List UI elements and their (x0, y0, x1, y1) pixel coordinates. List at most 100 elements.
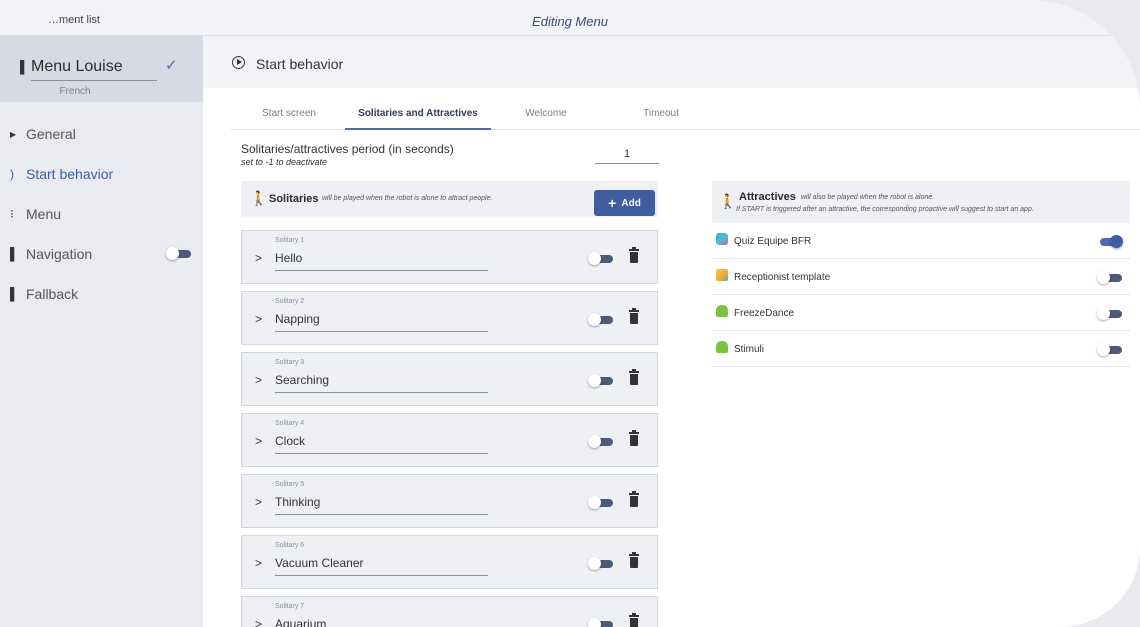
section-header: Start behavior (203, 36, 1140, 88)
solitary-label: Solitary 5 (275, 481, 305, 488)
period-input[interactable]: 1 (595, 146, 659, 164)
attractive-toggle[interactable] (1097, 271, 1123, 284)
bullet-icon: ▌ (10, 287, 19, 301)
app-window: …ment list Editing Menu ▌ Menu Louise ✓ … (0, 0, 1140, 627)
solitary-name-input[interactable]: Thinking (275, 495, 488, 515)
solitary-name-input[interactable]: Searching (275, 373, 488, 393)
section-title: Start behavior (256, 56, 344, 72)
attractive-item: Stimuli (712, 331, 1130, 367)
solitary-label: Solitary 2 (275, 298, 305, 305)
play-circle-icon: ) (10, 167, 14, 181)
solitary-name-input[interactable]: Clock (275, 434, 488, 454)
sidebar-item-general[interactable]: ▸ General (0, 114, 203, 154)
solitary-name-input[interactable]: Napping (275, 312, 488, 332)
receptionist-app-icon (716, 269, 728, 281)
solitary-card: Solitary 4 > Clock (241, 413, 658, 467)
menu-header: ▌ Menu Louise ✓ French (0, 36, 203, 102)
attractive-toggle[interactable] (1097, 343, 1123, 356)
plus-icon: + (608, 195, 617, 211)
attractive-name: Receptionist template (734, 272, 831, 283)
chevron-right-icon[interactable]: > (255, 312, 262, 326)
trash-icon[interactable] (629, 613, 639, 627)
sidebar-item-label: Menu (26, 206, 62, 222)
attractive-name: Quiz Equipe BFR (734, 236, 812, 247)
solitary-toggle[interactable] (588, 374, 614, 387)
attractive-item: Quiz Equipe BFR (712, 223, 1130, 259)
solitary-name-input[interactable]: Vacuum Cleaner (275, 556, 488, 576)
bullet-icon: ▸ (10, 127, 17, 141)
solitary-label: Solitary 7 (275, 603, 305, 610)
trash-icon[interactable] (629, 247, 639, 263)
window-title: Editing Menu (532, 14, 608, 29)
trash-icon[interactable] (629, 491, 639, 507)
attractive-toggle[interactable] (1097, 307, 1123, 320)
tab-bar: Start screen Solitaries and Attractives … (231, 96, 1140, 130)
sidebar-item-menu[interactable]: ⁝ Menu (0, 194, 203, 234)
person-standing-icon: 🚶 (250, 190, 268, 206)
tab-welcome[interactable]: Welcome (491, 108, 601, 119)
solitary-card: Solitary 3 > Searching (241, 352, 658, 406)
person-walking-icon: 🚶 (719, 193, 737, 209)
tab-start-screen[interactable]: Start screen (231, 108, 347, 119)
attractive-item: Receptionist template (712, 259, 1130, 295)
chevron-right-icon[interactable]: > (255, 556, 262, 570)
solitary-card: Solitary 5 > Thinking (241, 474, 658, 528)
solitary-label: Solitary 6 (275, 542, 305, 549)
attractives-note: If START is triggered after an attractiv… (736, 206, 1034, 213)
attractives-header: 🚶 Attractives will also be played when t… (712, 181, 1130, 223)
trash-icon[interactable] (629, 430, 639, 446)
solitary-toggle[interactable] (588, 496, 614, 509)
solitary-toggle[interactable] (588, 252, 614, 265)
solitary-card: Solitary 7 > Aquarium (241, 596, 658, 627)
attractives-title: Attractives (739, 191, 796, 203)
android-icon (716, 305, 728, 317)
solitary-card: Solitary 2 > Napping (241, 291, 658, 345)
main-panel: Start behavior Start screen Solitaries a… (203, 36, 1140, 627)
active-tab-indicator (345, 128, 491, 130)
solitary-label: Solitary 3 (275, 359, 305, 366)
sidebar-item-navigation[interactable]: ▌ Navigation (0, 234, 203, 274)
trash-icon[interactable] (629, 369, 639, 385)
quiz-app-icon (716, 233, 728, 245)
solitary-toggle[interactable] (588, 313, 614, 326)
check-icon[interactable]: ✓ (165, 56, 178, 74)
add-button-label: Add (621, 197, 641, 209)
chevron-right-icon[interactable]: > (255, 251, 262, 265)
attractive-name: FreezeDance (734, 308, 795, 319)
navigation-toggle[interactable] (166, 247, 192, 260)
solitary-toggle[interactable] (588, 557, 614, 570)
solitaries-header: 🚶 Solitaries will be played when the rob… (241, 181, 658, 217)
solitaries-list: Solitary 1 > Hello Solitary 2 > Napping … (241, 230, 658, 627)
solitary-card: Solitary 1 > Hello (241, 230, 658, 284)
chevron-right-icon[interactable]: > (255, 617, 262, 627)
solitaries-title: Solitaries (269, 193, 319, 205)
title-bar: …ment list Editing Menu (0, 0, 1140, 36)
trash-icon[interactable] (629, 552, 639, 568)
attractive-toggle[interactable] (1097, 235, 1123, 248)
sidebar-item-label: Navigation (26, 246, 93, 262)
sidebar-item-start-behavior[interactable]: ) Start behavior (0, 154, 203, 194)
solitary-toggle[interactable] (588, 618, 614, 627)
menu-name-input[interactable]: Menu Louise (31, 58, 157, 81)
sidebar-item-label: Start behavior (26, 166, 114, 182)
attractives-list: Quiz Equipe BFR Receptionist template Fr… (712, 223, 1130, 367)
add-solitary-button[interactable]: + Add (594, 190, 655, 216)
tab-solitaries-and-attractives[interactable]: Solitaries and Attractives (345, 108, 491, 119)
tab-timeout[interactable]: Timeout (611, 108, 711, 119)
solitary-toggle[interactable] (588, 435, 614, 448)
sidebar-item-label: General (26, 126, 76, 142)
attractive-name: Stimuli (734, 344, 765, 355)
solitary-card: Solitary 6 > Vacuum Cleaner (241, 535, 658, 589)
bullet-icon: ▌ (10, 247, 19, 261)
chevron-right-icon[interactable]: > (255, 495, 262, 509)
menu-language: French (59, 86, 91, 97)
chevron-right-icon[interactable]: > (255, 373, 262, 387)
chevron-right-icon[interactable]: > (255, 434, 262, 448)
sidebar-item-fallback[interactable]: ▌ Fallback (0, 274, 203, 314)
sidebar-nav: ▸ General ) Start behavior ⁝ Menu ▌ Navi… (0, 114, 203, 314)
play-circle-icon (232, 56, 245, 69)
solitary-name-input[interactable]: Hello (275, 251, 488, 271)
solitary-label: Solitary 4 (275, 420, 305, 427)
solitary-name-input[interactable]: Aquarium (275, 617, 488, 627)
trash-icon[interactable] (629, 308, 639, 324)
